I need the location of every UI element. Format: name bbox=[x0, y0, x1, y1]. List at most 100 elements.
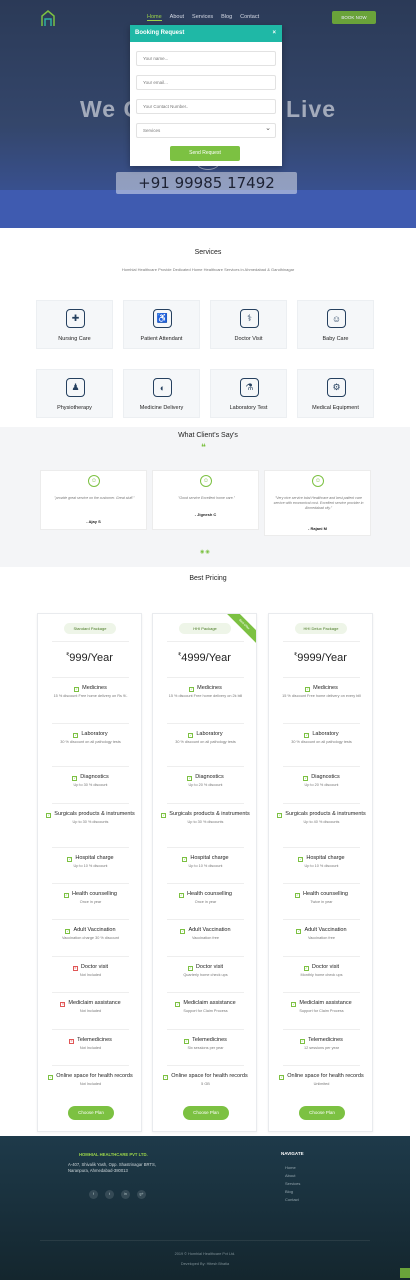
service-card-nursing[interactable]: ✚ Nursing Care bbox=[36, 300, 113, 349]
feature-detail: Not Included bbox=[79, 1082, 102, 1086]
testimonial-card: ☺ "Very nice service total Healthcare an… bbox=[264, 470, 371, 536]
nav-blog[interactable]: Blog bbox=[221, 14, 232, 21]
plan-feature: ✕ Mediclaim assistance Not Included bbox=[42, 1000, 139, 1014]
contact-input[interactable]: Your Contact Number.. bbox=[136, 99, 276, 114]
feature-title-text: Surgicals products & instruments bbox=[54, 811, 135, 817]
feature-detail: Quarterly home check ups bbox=[183, 973, 228, 977]
carousel-dots[interactable]: ◉◉ bbox=[200, 549, 211, 555]
check-icon: ✓ bbox=[179, 893, 185, 898]
nav-services[interactable]: Services bbox=[192, 14, 213, 21]
plan-feature: ✓ Online space for health records Unlimite… bbox=[273, 1073, 370, 1087]
address-line: Naranpura, Ahmedabad-380013 bbox=[68, 1168, 128, 1173]
divider bbox=[167, 766, 244, 767]
check-icon: ✓ bbox=[295, 893, 301, 898]
close-icon[interactable]: × bbox=[272, 25, 276, 42]
service-card-physio[interactable]: ♟ Physiotherapy bbox=[36, 369, 113, 418]
email-input[interactable]: Your email... bbox=[136, 75, 276, 90]
hero-phone[interactable]: +91 99985 17492 bbox=[116, 172, 297, 194]
check-icon: ✓ bbox=[277, 813, 283, 818]
nav-about[interactable]: About bbox=[170, 14, 184, 21]
testimonial-quote: "Very nice service total Healthcare and … bbox=[273, 496, 364, 510]
divider bbox=[52, 956, 129, 957]
footer-link-blog[interactable]: Blog bbox=[285, 1188, 300, 1196]
send-request-button[interactable]: Send Request bbox=[170, 146, 240, 161]
check-icon: ✓ bbox=[291, 1002, 297, 1007]
feature-title: ✓ Surgicals products & instruments bbox=[157, 811, 254, 818]
choose-plan-button[interactable]: Choose Plan bbox=[299, 1106, 345, 1120]
feature-title: ✓ Online space for health records bbox=[273, 1073, 370, 1080]
feature-title-text: Adult Vaccination bbox=[188, 927, 231, 933]
nav-home[interactable]: Home bbox=[147, 14, 162, 21]
feature-title-text: Adult Vaccination bbox=[304, 927, 347, 933]
name-input[interactable]: Your name... bbox=[136, 51, 276, 66]
plan-price: ₹999/Year bbox=[38, 652, 141, 664]
divider bbox=[167, 1065, 244, 1066]
facebook-icon[interactable]: f bbox=[89, 1190, 98, 1199]
service-card-lab[interactable]: ⚗ Laboratory Test bbox=[210, 369, 287, 418]
service-card-medicine[interactable]: ◐ Medicine Delivery bbox=[123, 369, 200, 418]
feature-title-text: Doctor visit bbox=[80, 964, 109, 970]
services-select[interactable]: Services bbox=[136, 122, 276, 138]
feature-detail: Up to 40 % discounts bbox=[303, 820, 340, 824]
feature-detail: Support for Claim Process bbox=[183, 1009, 228, 1013]
feature-title: ✓ Adult Vaccination bbox=[157, 927, 254, 934]
feature-detail: Up to 30 % discounts bbox=[187, 820, 224, 824]
check-icon: ✓ bbox=[188, 733, 194, 738]
footer-link-about[interactable]: About bbox=[285, 1172, 300, 1180]
feature-title: ✓ Doctor visit bbox=[157, 964, 254, 971]
logo-icon[interactable] bbox=[40, 9, 56, 27]
check-icon: ✓ bbox=[303, 776, 309, 781]
plan-feature: ✓ Doctor visit Quarterly home check ups bbox=[157, 964, 254, 978]
divider bbox=[283, 641, 360, 642]
footer-link-contact[interactable]: Contact bbox=[285, 1196, 300, 1204]
google-plus-icon[interactable]: g+ bbox=[137, 1190, 146, 1199]
main-nav: Home About Services Blog Contact bbox=[147, 14, 259, 21]
check-icon: ✓ bbox=[180, 929, 186, 934]
footer-link-home[interactable]: Home bbox=[285, 1164, 300, 1172]
scroll-top-button[interactable] bbox=[400, 1268, 410, 1278]
service-card-equipment[interactable]: ⚙ Medical Equipment bbox=[297, 369, 374, 418]
services-subtitle: Homhial Healthcare Provide Dedicated Hom… bbox=[121, 267, 295, 272]
footer-link-services[interactable]: Services bbox=[285, 1180, 300, 1188]
feature-title-text: Telemedicines bbox=[192, 1037, 227, 1043]
divider bbox=[283, 919, 360, 920]
check-icon: ✓ bbox=[161, 813, 167, 818]
price-value: 9999/Year bbox=[297, 652, 347, 664]
service-card-attendant[interactable]: ♿ Patient Attendant bbox=[123, 300, 200, 349]
check-icon: ✓ bbox=[175, 1002, 181, 1007]
feature-title: ✓ Laboratory bbox=[273, 731, 370, 738]
pricing-title: Best Pricing bbox=[189, 575, 227, 582]
feature-detail: Monthly home check ups bbox=[300, 973, 343, 977]
choose-plan-button[interactable]: Choose Plan bbox=[183, 1106, 229, 1120]
testimonials-title: What Client's Say's bbox=[178, 432, 238, 439]
plan-feature: ✓ Adult Vaccination Vaccination free bbox=[273, 927, 370, 941]
check-icon: ✓ bbox=[296, 929, 302, 934]
divider bbox=[283, 956, 360, 957]
divider bbox=[52, 766, 129, 767]
divider bbox=[52, 919, 129, 920]
equipment-icon: ⚙ bbox=[327, 378, 346, 397]
book-now-button[interactable]: BOOK NOW bbox=[332, 11, 376, 24]
service-label: Nursing Care bbox=[58, 336, 91, 342]
feature-detail: Not Included bbox=[79, 1046, 102, 1050]
nav-contact[interactable]: Contact bbox=[240, 14, 259, 21]
choose-plan-button[interactable]: Choose Plan bbox=[68, 1106, 114, 1120]
quote-icon: ❝ bbox=[201, 442, 206, 452]
feature-detail: Up to 10 % discount bbox=[304, 864, 339, 868]
service-card-doctor[interactable]: ⚕ Doctor Visit bbox=[210, 300, 287, 349]
feature-detail: Unlimited bbox=[313, 1082, 330, 1086]
plan-feature: ✓ Medicines 15 % discount Free home delive… bbox=[42, 685, 139, 699]
linkedin-icon[interactable]: in bbox=[121, 1190, 130, 1199]
check-icon: ✓ bbox=[46, 813, 52, 818]
testimonial-card: ☺ "Good service Excellent home care." - … bbox=[152, 470, 259, 530]
divider bbox=[167, 677, 244, 678]
check-icon: ✓ bbox=[163, 1075, 169, 1080]
footer-brand: HOMHIAL HEALTHCARE PVT LTD. bbox=[79, 1152, 148, 1157]
twitter-icon[interactable]: t bbox=[105, 1190, 114, 1199]
feature-title: ✓ Online space for health records bbox=[42, 1073, 139, 1080]
feature-title-text: Laboratory bbox=[81, 731, 108, 737]
service-card-baby[interactable]: ☺ Baby Care bbox=[297, 300, 374, 349]
feature-title-text: Diagnostics bbox=[311, 774, 340, 780]
feature-title: ✕ Mediclaim assistance bbox=[42, 1000, 139, 1007]
feature-title-text: Surgicals products & instruments bbox=[285, 811, 366, 817]
